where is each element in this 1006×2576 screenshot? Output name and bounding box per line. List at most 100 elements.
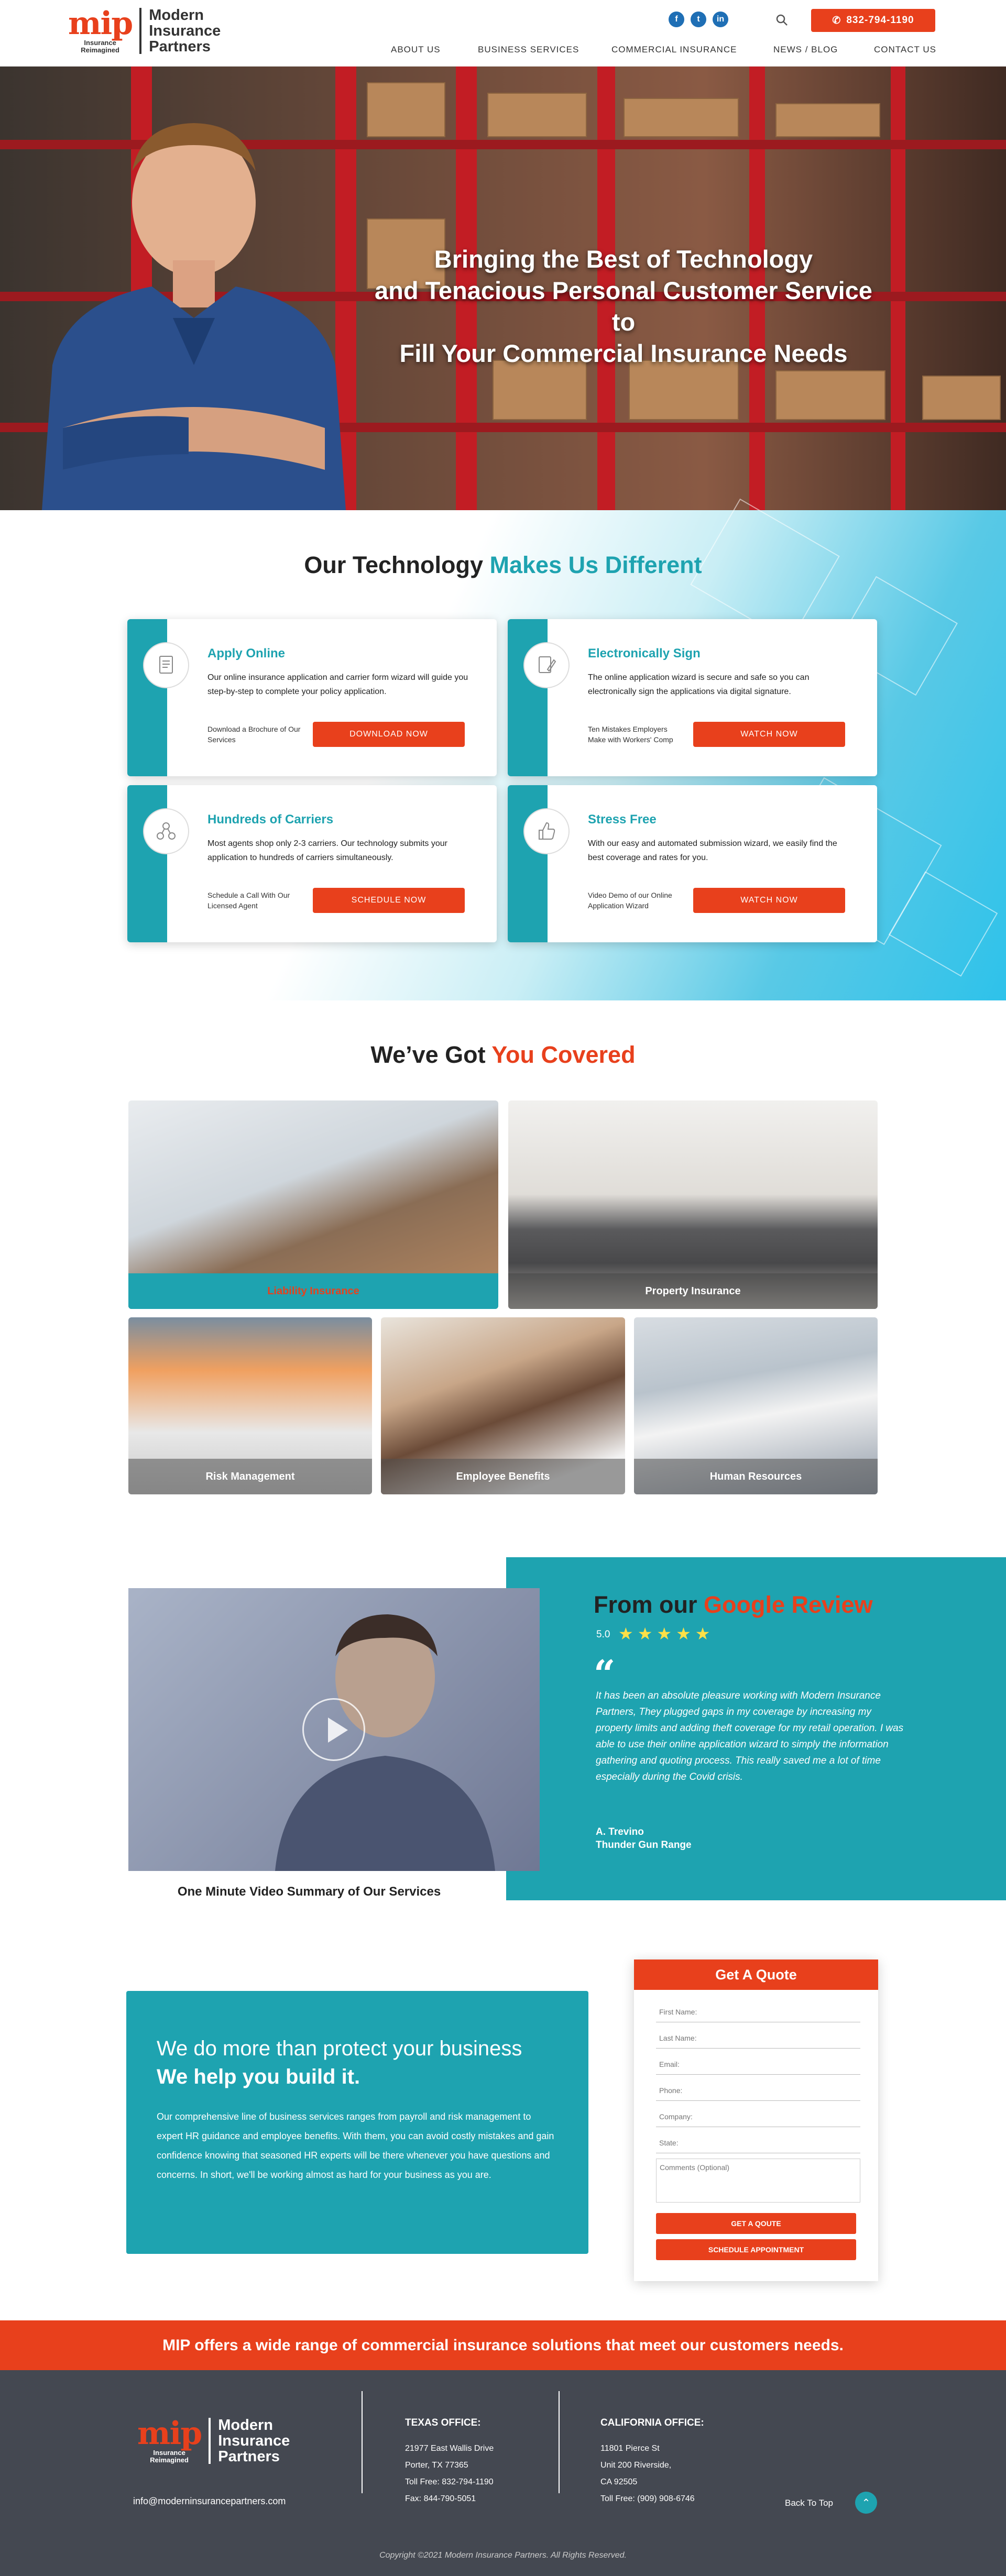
card-note: Schedule a Call With Our Licensed Agent bbox=[207, 891, 290, 910]
copyright: Copyright ©2021 Modern Insurance Partner… bbox=[379, 2551, 627, 2560]
office-line: Unit 200 Riverside, bbox=[600, 2461, 672, 2470]
coverage-card-liability[interactable]: Liability Insurance bbox=[128, 1100, 498, 1309]
linkedin-icon[interactable]: in bbox=[713, 12, 728, 27]
email-field[interactable] bbox=[656, 2054, 860, 2075]
hero-heading: Bringing the Best of Technology and Tena… bbox=[362, 244, 885, 369]
title-text: We’ve Got bbox=[370, 1041, 492, 1068]
phone-icon: ✆ bbox=[832, 15, 841, 26]
decor-box bbox=[487, 93, 587, 137]
get-quote-button[interactable]: GET A QOUTE bbox=[656, 2213, 856, 2234]
arrow-up-icon[interactable]: ⌃ bbox=[855, 2492, 877, 2514]
search-icon[interactable] bbox=[775, 14, 788, 26]
decor-box bbox=[922, 376, 1001, 420]
coverage-label: Liability Insurance bbox=[128, 1273, 498, 1309]
panel-heading: We help you build it. bbox=[157, 2065, 360, 2088]
facebook-icon[interactable]: f bbox=[669, 12, 684, 27]
title-text: From our bbox=[594, 1591, 704, 1618]
office-line: Porter, TX 77365 bbox=[405, 2461, 468, 2470]
title-accent-text: You Covered bbox=[491, 1041, 636, 1068]
card-note: Video Demo of our Online Application Wiz… bbox=[588, 891, 672, 910]
california-office: CALIFORNIA OFFICE: 11801 Pierce St Unit … bbox=[600, 2417, 704, 2507]
hero-heading-line: Fill Your Commercial Insurance Needs bbox=[399, 339, 848, 367]
coverage-label: Property Insurance bbox=[508, 1273, 878, 1309]
quote-form: Get A Quote GET A QOUTE SCHEDULE APPOINT… bbox=[634, 1959, 878, 2281]
watch-now-button[interactable]: WATCH NOW bbox=[693, 722, 845, 747]
phone-button[interactable]: ✆ 832-794-1190 bbox=[811, 9, 935, 32]
company-field[interactable] bbox=[656, 2106, 860, 2127]
comments-field[interactable] bbox=[656, 2159, 860, 2203]
video-caption: One Minute Video Summary of Our Services bbox=[177, 1885, 441, 1899]
office-title: CALIFORNIA OFFICE: bbox=[600, 2417, 704, 2428]
office-title: TEXAS OFFICE: bbox=[405, 2417, 481, 2428]
download-now-button[interactable]: DOWNLOAD NOW bbox=[313, 722, 465, 747]
nav-commercial-insurance[interactable]: COMMERCIAL INSURANCE bbox=[611, 45, 737, 55]
office-phone[interactable]: Toll Free: 832-794-1190 bbox=[405, 2474, 494, 2491]
review-title: From our Google Review bbox=[594, 1591, 873, 1619]
nav-contact-us[interactable]: CONTACT US bbox=[874, 45, 936, 55]
card-text: Our online insurance application and car… bbox=[207, 673, 468, 696]
logo-name: Modern Insurance Partners bbox=[211, 2417, 290, 2464]
footer-divider bbox=[559, 2391, 560, 2493]
reviewer: A. Trevino Thunder Gun Range bbox=[596, 1825, 692, 1852]
logo-mark: mip Insurance Reimagined bbox=[137, 2418, 211, 2464]
phone-number: 832-794-1190 bbox=[846, 15, 914, 26]
logo-name-line: Insurance bbox=[218, 2432, 290, 2449]
logo-name-line: Partners bbox=[218, 2448, 280, 2465]
schedule-appointment-button[interactable]: SCHEDULE APPOINTMENT bbox=[656, 2239, 856, 2260]
office-fax: Fax: 844-790-5051 bbox=[405, 2494, 476, 2503]
office-line: 21977 East Wallis Drive bbox=[405, 2444, 494, 2453]
coverage-card-property[interactable]: Property Insurance bbox=[508, 1100, 878, 1309]
decor-box bbox=[367, 82, 445, 137]
card-note: Ten Mistakes Employers Make with Workers… bbox=[588, 725, 673, 744]
card-text: Most agents shop only 2-3 carriers. Our … bbox=[207, 839, 447, 862]
logo-name-line: Insurance bbox=[149, 23, 221, 39]
logo-mip: mip bbox=[137, 2415, 202, 2452]
star-rating-icon: ★★★★★ bbox=[618, 1624, 715, 1643]
panel-text: Our comprehensive line of business servi… bbox=[157, 2111, 554, 2180]
footer-email-link[interactable]: info@moderninsurancepartners.com bbox=[133, 2496, 286, 2507]
play-icon[interactable] bbox=[302, 1698, 365, 1761]
back-to-top-link[interactable]: Back To Top bbox=[785, 2498, 833, 2508]
coverage-card-human-resources[interactable]: Human Resources bbox=[634, 1317, 878, 1494]
decor-box bbox=[775, 103, 880, 137]
schedule-now-button[interactable]: SCHEDULE NOW bbox=[313, 888, 465, 913]
reviewer-company: Thunder Gun Range bbox=[596, 1840, 692, 1851]
nav-news-blog[interactable]: NEWS / BLOG bbox=[773, 45, 838, 55]
last-name-field[interactable] bbox=[656, 2028, 860, 2049]
card-title: Apply Online bbox=[207, 646, 286, 660]
tech-card-electronically-sign: Electronically Sign The online applicati… bbox=[508, 619, 877, 776]
coverage-card-risk-management[interactable]: Risk Management bbox=[128, 1317, 372, 1494]
coverage-label: Risk Management bbox=[128, 1459, 372, 1494]
state-field[interactable] bbox=[656, 2132, 860, 2153]
hero-heading-line: and Tenacious Personal Customer Service … bbox=[375, 277, 872, 336]
card-text: The online application wizard is secure … bbox=[588, 673, 810, 696]
nav-business-services[interactable]: BUSINESS SERVICES bbox=[478, 45, 579, 55]
title-accent-text: Makes Us Different bbox=[489, 552, 702, 578]
site-header: mip Insurance Reimagined Modern Insuranc… bbox=[0, 0, 1006, 67]
footer-logo[interactable]: mip Insurance Reimagined Modern Insuranc… bbox=[137, 2417, 290, 2464]
card-note: Download a Brochure of Our Services bbox=[207, 725, 301, 744]
first-name-field[interactable] bbox=[656, 2001, 860, 2022]
coverage-label: Human Resources bbox=[634, 1459, 878, 1494]
watch-now-button[interactable]: WATCH NOW bbox=[693, 888, 845, 913]
title-accent-text: Google Review bbox=[704, 1591, 873, 1618]
office-phone[interactable]: Toll Free: (909) 908-6746 bbox=[600, 2491, 704, 2507]
logo-tagline: Insurance bbox=[153, 2449, 185, 2457]
phone-field[interactable] bbox=[656, 2080, 860, 2101]
video-player[interactable] bbox=[128, 1588, 540, 1871]
technology-title: Our Technology Makes Us Different bbox=[0, 552, 1006, 579]
texas-office: TEXAS OFFICE: 21977 East Wallis Drive Po… bbox=[405, 2417, 494, 2507]
reviewer-name: A. Trevino bbox=[596, 1826, 644, 1837]
logo-mip: mip bbox=[68, 5, 133, 42]
twitter-icon[interactable]: t bbox=[691, 12, 706, 27]
coverage-card-employee-benefits[interactable]: Employee Benefits bbox=[381, 1317, 625, 1494]
panel-subheading: We do more than protect your business bbox=[157, 2037, 522, 2060]
logo-tagline: Reimagined bbox=[150, 2456, 189, 2464]
site-footer: mip Insurance Reimagined Modern Insuranc… bbox=[0, 2370, 1006, 2576]
card-text: With our easy and automated submission w… bbox=[588, 839, 837, 862]
video-person-image bbox=[275, 1614, 495, 1871]
main-nav: ABOUT US BUSINESS SERVICES COMMERCIAL IN… bbox=[0, 45, 1006, 58]
office-line: CA 92505 bbox=[600, 2478, 638, 2486]
tech-card-apply-online: Apply Online Our online insurance applic… bbox=[127, 619, 497, 776]
nav-about-us[interactable]: ABOUT US bbox=[391, 45, 441, 55]
